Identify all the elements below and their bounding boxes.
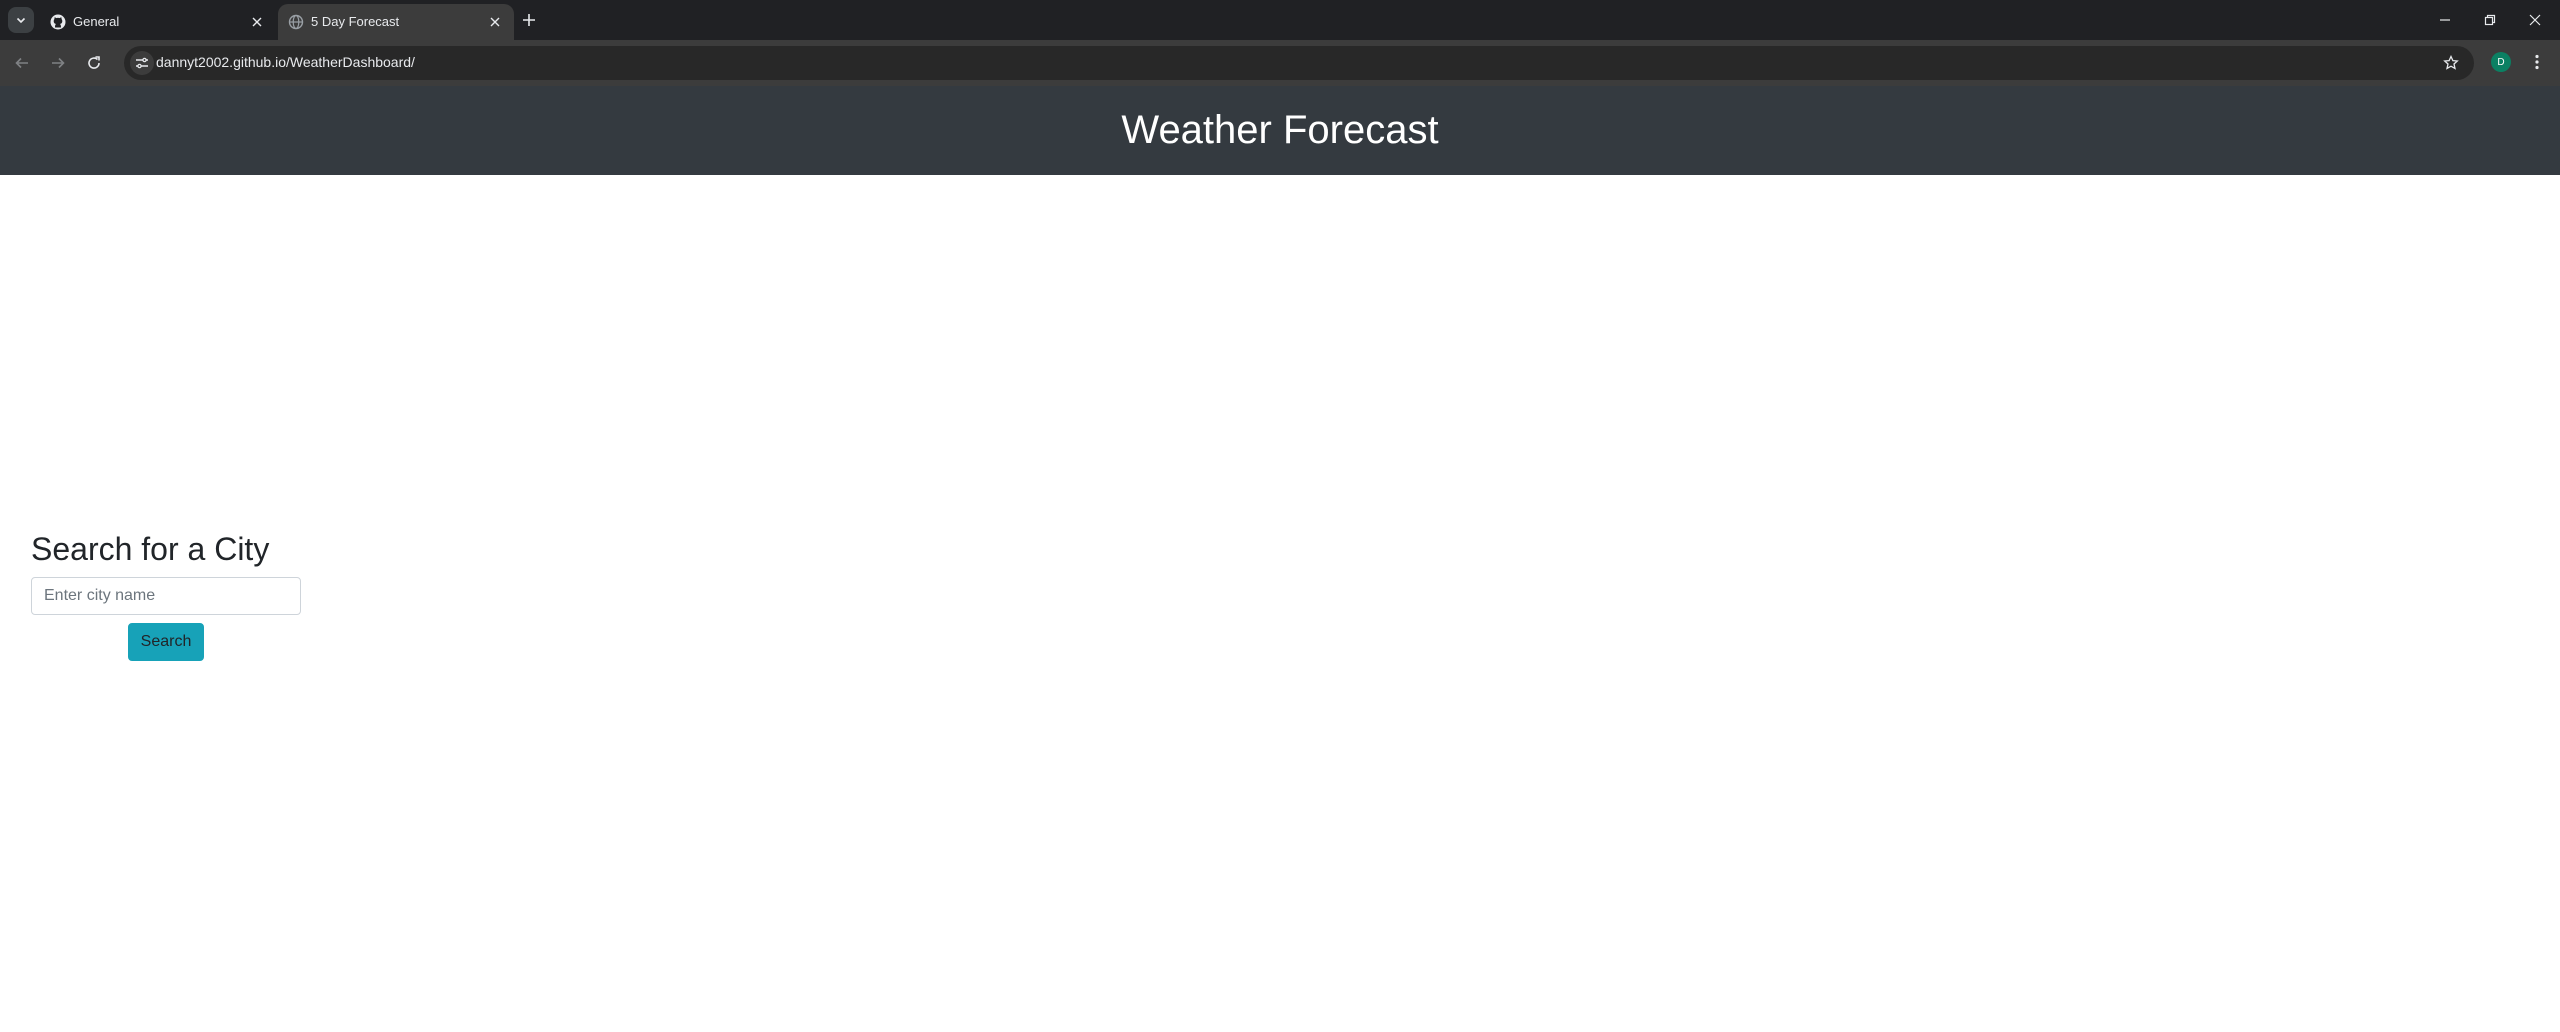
new-tab-button[interactable] [518, 9, 540, 31]
close-icon [2529, 14, 2541, 26]
tab-search-button[interactable] [8, 7, 34, 33]
restore-icon [2484, 14, 2496, 26]
page-title: Weather Forecast [1121, 108, 1439, 152]
city-search-input[interactable] [31, 577, 301, 615]
arrow-right-icon [52, 57, 65, 69]
github-icon [50, 14, 66, 30]
close-window-button[interactable] [2522, 8, 2548, 32]
close-tab-icon[interactable] [248, 13, 266, 31]
bookmark-star-icon[interactable] [2442, 54, 2460, 72]
reload-icon [88, 56, 100, 69]
forward-button[interactable] [47, 52, 69, 74]
browser-toolbar: dannyt2002.github.io/WeatherDashboard/ [0, 40, 2560, 86]
tab-5-day-forecast[interactable]: 5 Day Forecast [278, 4, 514, 40]
profile-avatar[interactable]: D [2491, 52, 2511, 72]
tab-title: 5 Day Forecast [311, 14, 400, 29]
globe-icon [288, 14, 304, 30]
page-header: Weather Forecast [0, 86, 2560, 175]
browser-tab-strip: General 5 Day Forecast [0, 0, 2560, 40]
tab-title: General [73, 14, 120, 29]
tab-general[interactable]: General [40, 4, 276, 40]
address-bar[interactable]: dannyt2002.github.io/WeatherDashboard/ [124, 46, 2474, 80]
kebab-menu-icon [2535, 54, 2539, 70]
close-tab-icon[interactable] [486, 13, 504, 31]
minimize-icon [2440, 19, 2450, 21]
browser-menu-button[interactable] [2527, 52, 2547, 72]
url-text[interactable]: dannyt2002.github.io/WeatherDashboard/ [156, 54, 415, 70]
search-heading: Search for a City [31, 531, 270, 567]
back-button[interactable] [11, 52, 33, 74]
arrow-left-icon [15, 57, 28, 69]
chevron-down-icon [16, 17, 26, 24]
minimize-button[interactable] [2432, 8, 2458, 32]
site-info-icon[interactable] [130, 51, 154, 75]
search-button[interactable]: Search [128, 623, 204, 661]
reload-button[interactable] [83, 52, 105, 74]
restore-button[interactable] [2477, 8, 2503, 32]
city-search-section: Search for a City Search [31, 527, 301, 661]
plus-icon [523, 14, 535, 26]
